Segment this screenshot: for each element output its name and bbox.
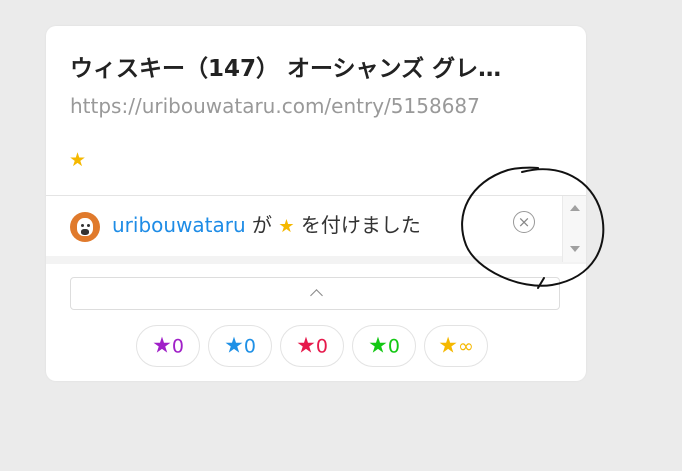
- yellow-star-icon: ★: [438, 333, 458, 359]
- star-list: uribouwataru が ★ を付けました: [46, 195, 586, 264]
- entry-star-icon[interactable]: ★: [69, 148, 86, 172]
- username-link[interactable]: uribouwataru: [112, 213, 246, 237]
- palette-red-star-button[interactable]: ★0: [280, 325, 344, 367]
- entry-url[interactable]: https://uribouwataru.com/entry/5158687: [70, 92, 566, 120]
- palette-yellow-star-button[interactable]: ★∞: [424, 325, 488, 367]
- entry-title[interactable]: ウィスキー（147） オーシャンズ グレ…: [70, 54, 566, 84]
- palette-blue-star-button[interactable]: ★0: [208, 325, 272, 367]
- palette-green-star-button[interactable]: ★0: [352, 325, 416, 367]
- scroll-up-icon[interactable]: [570, 205, 580, 211]
- star-popup-card: ウィスキー（147） オーシャンズ グレ… https://uribouwata…: [46, 26, 586, 381]
- remove-star-icon[interactable]: ×: [513, 211, 535, 233]
- palette-purple-star-button[interactable]: ★0: [136, 325, 200, 367]
- red-star-count: 0: [315, 335, 328, 358]
- red-star-icon: ★: [296, 333, 316, 359]
- green-star-count: 0: [387, 335, 400, 358]
- star-list-item: uribouwataru が ★ を付けました: [46, 196, 560, 254]
- avatar-eye-left: [81, 224, 84, 227]
- star-list-scrollbar[interactable]: [562, 196, 586, 262]
- yellow-star-count: ∞: [457, 335, 474, 358]
- avatar-nose: [81, 229, 89, 235]
- user-avatar[interactable]: [70, 212, 100, 242]
- star-icon: ★: [278, 216, 295, 237]
- star-list-text: uribouwataru が ★ を付けました: [112, 210, 421, 242]
- particle-text: が: [252, 213, 273, 237]
- action-text: を付けました: [300, 213, 421, 237]
- scroll-down-icon[interactable]: [570, 246, 580, 252]
- chevron-up-icon: [310, 289, 323, 302]
- star-list-footer: [46, 256, 586, 264]
- blue-star-count: 0: [243, 335, 256, 358]
- purple-star-icon: ★: [152, 333, 172, 359]
- green-star-icon: ★: [368, 333, 388, 359]
- avatar-eye-right: [87, 224, 90, 227]
- blue-star-icon: ★: [224, 333, 244, 359]
- purple-star-count: 0: [171, 335, 184, 358]
- collapse-button[interactable]: [70, 277, 560, 310]
